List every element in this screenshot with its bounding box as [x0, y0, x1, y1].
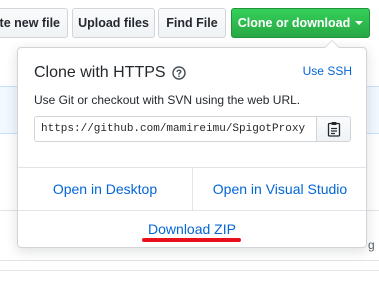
clone-url-input[interactable]: [34, 116, 316, 142]
clone-description: Use Git or checkout with SVN using the w…: [34, 93, 301, 107]
find-file-button[interactable]: Find File: [158, 8, 226, 38]
popover-arrow-fill: [325, 41, 339, 48]
copy-url-button[interactable]: [316, 116, 351, 142]
background-divider: [0, 260, 379, 261]
background-divider: [0, 270, 379, 271]
question-circle-icon[interactable]: [171, 66, 186, 80]
clipboard-icon: [327, 122, 340, 137]
find-file-label: Find File: [166, 16, 218, 30]
caret-down-icon: [355, 21, 364, 25]
open-in-visual-studio-link[interactable]: Open in Visual Studio: [193, 168, 367, 210]
create-new-file-button[interactable]: Create new file: [0, 8, 68, 38]
create-new-file-label: Create new file: [0, 16, 60, 30]
annotation-red-underline: [142, 238, 241, 242]
clone-popover: Clone with HTTPS Use SSH Use Git or chec…: [17, 47, 367, 248]
clone-or-download-button[interactable]: Clone or download: [231, 8, 370, 38]
popover-title-text: Clone with HTTPS: [34, 64, 166, 81]
upload-files-button[interactable]: Upload files: [72, 8, 155, 38]
popover-title: Clone with HTTPS: [34, 64, 186, 82]
clone-url-group: [34, 116, 352, 142]
open-in-desktop-link[interactable]: Open in Desktop: [18, 168, 192, 210]
upload-files-label: Upload files: [78, 16, 149, 30]
background-truncated-text: g: [368, 238, 375, 252]
clone-or-download-label: Clone or download: [237, 16, 351, 30]
use-ssh-link[interactable]: Use SSH: [303, 64, 352, 78]
